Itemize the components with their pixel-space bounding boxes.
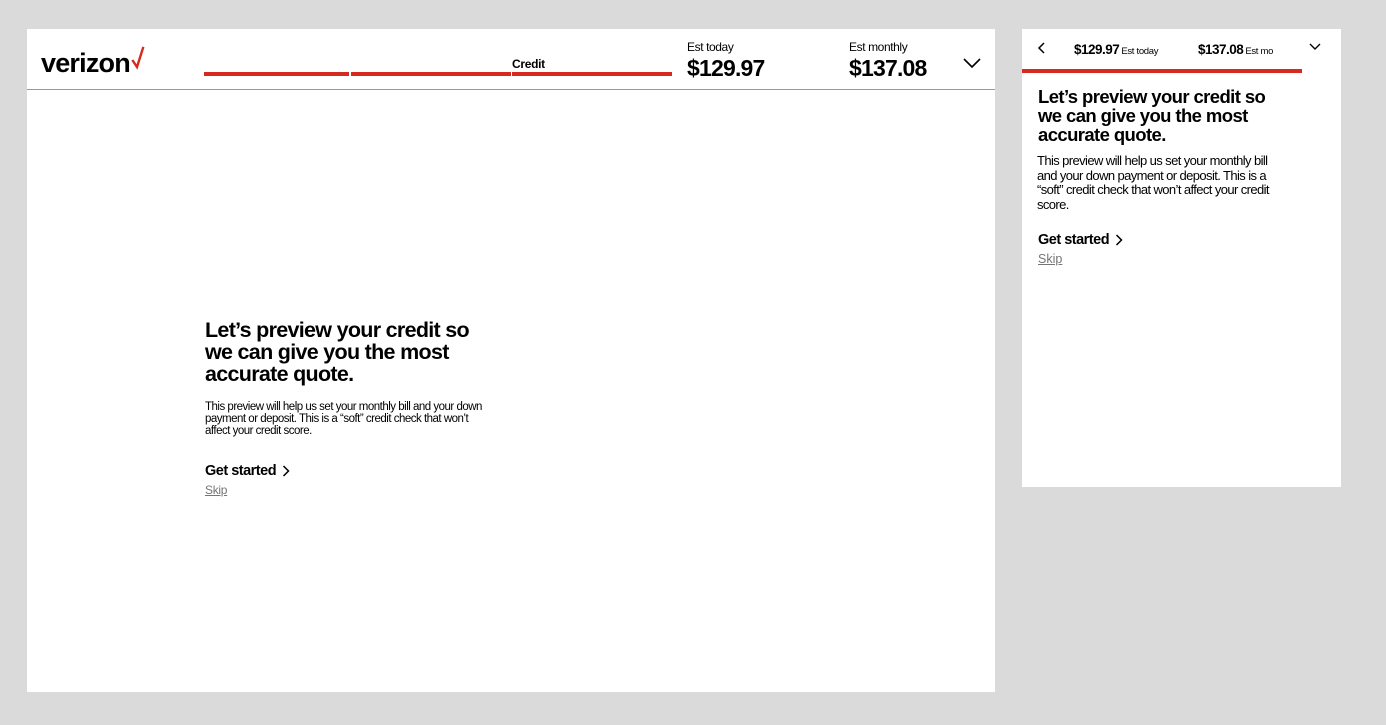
chevron-down-icon[interactable] (1309, 42, 1321, 51)
est-monthly: Est monthly $137.08 (849, 40, 927, 82)
checkmark-icon (131, 46, 145, 70)
mobile-est-monthly: $137.08 Est mo (1198, 41, 1273, 59)
skip-link[interactable]: Skip (205, 483, 485, 497)
chevron-left-icon[interactable] (1036, 41, 1048, 55)
mobile-credit-preview-section: Let’s preview your credit so we can give… (1037, 86, 1283, 266)
est-monthly-label: Est monthly (849, 40, 908, 54)
chevron-right-icon (283, 465, 290, 477)
est-monthly-value: $137.08 (849, 55, 927, 81)
chevron-down-icon[interactable] (963, 57, 981, 69)
mobile-description-text: This preview will help us set your month… (1037, 153, 1270, 212)
chevron-right-icon (1116, 234, 1123, 246)
mobile-page-title: Let’s preview your credit so we can give… (1038, 86, 1266, 145)
desktop-view: verizon Credit Est today $129.97 Est mon… (27, 29, 995, 692)
mobile-est-monthly-value: $137.08 (1198, 42, 1244, 57)
progress-step-1 (204, 72, 349, 76)
progress-step-2 (351, 72, 511, 76)
get-started-label: Get started (205, 463, 277, 479)
mobile-est-today: $129.97 Est today (1074, 41, 1159, 59)
est-today-label: Est today (687, 40, 734, 54)
page-title: Let’s preview your credit so we can give… (205, 318, 470, 386)
mobile-view: $129.97 Est today $137.08 Est mo Let’s pre… (1022, 29, 1341, 487)
est-today-value: $129.97 (687, 55, 765, 81)
mobile-skip-link[interactable]: Skip (1038, 252, 1283, 266)
credit-preview-section: Let’s preview your credit so we can give… (205, 319, 485, 497)
mobile-est-today-value: $129.97 (1074, 42, 1120, 57)
mobile-est-monthly-label: Est mo (1245, 46, 1274, 57)
description-text: This preview will help us set your month… (205, 401, 482, 437)
progress-step-label-credit: Credit (512, 57, 545, 71)
header-bar: verizon Credit Est today $129.97 Est mon… (27, 29, 995, 90)
logo-wordmark: verizon (41, 48, 131, 78)
mobile-progress-bar (1022, 69, 1302, 73)
mobile-get-started-button[interactable]: Get started (1038, 232, 1123, 248)
mobile-est-today-label: Est today (1121, 46, 1159, 57)
get-started-button[interactable]: Get started (205, 463, 290, 479)
mobile-get-started-label: Get started (1038, 232, 1110, 248)
est-today: Est today $129.97 (687, 40, 765, 82)
verizon-logo[interactable]: verizon (41, 46, 145, 79)
mobile-header-bar: $129.97 Est today $137.08 Est mo (1022, 29, 1341, 73)
progress-step-3 (512, 72, 672, 76)
